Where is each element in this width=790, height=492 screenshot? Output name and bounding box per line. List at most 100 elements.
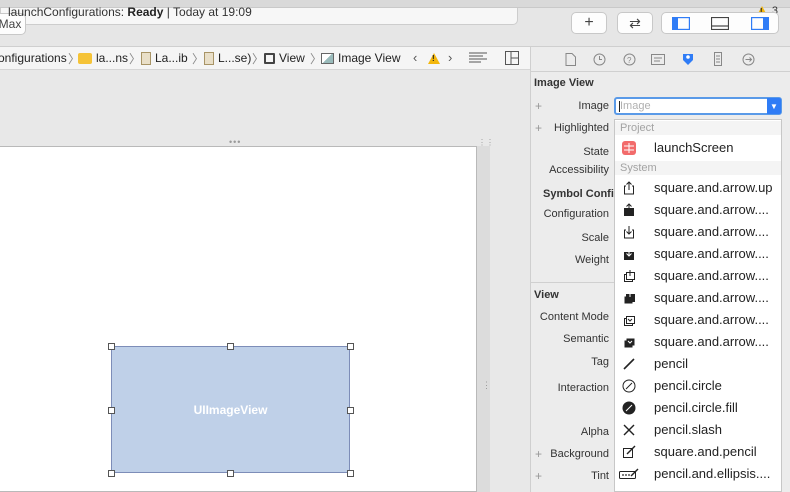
background-label: Background (550, 448, 609, 460)
library-add-button[interactable]: + (571, 12, 607, 34)
section-divider (530, 282, 614, 283)
resize-handle-top-left[interactable] (108, 343, 115, 350)
size-inspector-icon[interactable] (711, 52, 725, 66)
identity-inspector-icon[interactable] (651, 52, 665, 66)
list-item[interactable]: square.and.arrow.... (615, 265, 781, 287)
pencil-circle-fill-icon (622, 401, 636, 415)
breadcrumb-label: L...se) (218, 51, 252, 65)
list-item[interactable]: launchScreen (615, 137, 781, 159)
toolbar: Max launchConfigurations: Ready | Today … (0, 0, 790, 47)
list-item-label: pencil.circle (654, 378, 722, 393)
resize-handle-left[interactable] (108, 407, 115, 414)
square-and-arrow-up-icon (622, 181, 636, 195)
list-item[interactable]: square.and.pencil (615, 441, 781, 463)
pencil-circle-icon (622, 379, 636, 393)
bottom-panel-toggle-icon[interactable] (711, 17, 729, 30)
breadcrumb-view[interactable]: View (264, 51, 305, 65)
accessibility-label: Accessibility (549, 164, 609, 176)
list-item-label: square.and.arrow.... (654, 202, 769, 217)
resize-handle-bottom-left[interactable] (108, 470, 115, 477)
resize-handle-bottom-right[interactable] (347, 470, 354, 477)
list-item-label: pencil (654, 356, 688, 371)
right-panel-toggle-icon[interactable] (751, 17, 769, 30)
breadcrumb-configurations[interactable]: onfigurations (0, 51, 67, 65)
view-section-header: View (534, 289, 559, 301)
image-view-placeholder-label: UIImageView (193, 402, 268, 417)
list-item[interactable]: pencil.circle (615, 375, 781, 397)
square-and-arrow-down-on-square-fill-icon (622, 335, 636, 349)
list-item-label: launchScreen (654, 140, 734, 155)
document-items-icon[interactable] (469, 52, 487, 64)
list-item-label: square.and.arrow.... (654, 268, 769, 283)
list-item[interactable]: square.and.arrow.... (615, 243, 781, 265)
list-item[interactable]: square.and.arrow.... (615, 199, 781, 221)
connections-inspector-icon[interactable] (741, 52, 755, 66)
folder-icon (78, 52, 92, 64)
list-item[interactable]: pencil.slash (615, 419, 781, 441)
list-item[interactable]: square.and.arrow.up (615, 177, 781, 199)
system-section-header: System (615, 161, 781, 175)
resize-handle-top[interactable] (227, 343, 234, 350)
add-image-variation-icon[interactable]: + (535, 99, 542, 113)
attributes-inspector-icon[interactable] (681, 52, 695, 66)
breadcrumb-xib-file[interactable]: La...ib (141, 51, 188, 65)
image-view-icon (321, 52, 334, 64)
list-item-label: square.and.arrow.... (654, 290, 769, 305)
list-item[interactable]: square.and.arrow.... (615, 221, 781, 243)
tint-label: Tint (591, 470, 609, 482)
breadcrumb-folder[interactable]: la...ns (78, 51, 128, 65)
add-tint-variation-icon[interactable]: + (535, 469, 542, 483)
breadcrumb-image-view[interactable]: Image View (321, 51, 400, 65)
tag-label: Tag (591, 356, 609, 368)
scale-label: Scale (581, 232, 609, 244)
list-item[interactable]: square.and.arrow.... (615, 309, 781, 331)
breadcrumb-separator-icon: 〉 (252, 52, 265, 66)
add-background-variation-icon[interactable]: + (535, 447, 542, 461)
resize-handle-bottom[interactable] (227, 470, 234, 477)
square-and-arrow-up-on-square-fill-icon (622, 291, 636, 305)
next-issue-icon[interactable]: › (448, 50, 452, 65)
semantic-label: Semantic (563, 333, 609, 345)
project-section-header: Project (615, 121, 781, 135)
breadcrumb-label: Image View (338, 51, 401, 65)
resize-handle-top-right[interactable] (347, 343, 354, 350)
list-item-label: square.and.arrow.... (654, 312, 769, 327)
scene-side-handle-icon[interactable]: ⋮ (482, 380, 491, 391)
previous-issue-icon[interactable]: ‹ (413, 50, 417, 65)
list-item-label: square.and.arrow.up (654, 180, 773, 195)
highlighted-label: Highlighted (553, 122, 609, 134)
list-item-label: pencil.and.ellipsis.... (654, 466, 771, 481)
left-panel-toggle-icon[interactable] (672, 17, 690, 30)
configuration-label: Configuration (543, 208, 609, 220)
pencil-slash-icon (622, 423, 636, 437)
chevron-down-icon[interactable]: ▼ (767, 98, 781, 114)
list-item-label: square.and.arrow.... (654, 246, 769, 261)
breadcrumb-scene[interactable]: L...se) (204, 51, 251, 65)
alpha-label: Alpha (580, 426, 609, 438)
list-item[interactable]: square.and.arrow.... (615, 331, 781, 353)
history-inspector-icon[interactable] (592, 52, 606, 66)
code-review-button[interactable]: ⇄ (617, 12, 653, 34)
image-view-element[interactable]: UIImageView (111, 346, 350, 473)
image-suggestions-dropdown[interactable]: Project launchScreen System square.and.a… (614, 119, 782, 492)
list-item[interactable]: pencil (615, 353, 781, 375)
list-item-label: pencil.circle.fill (654, 400, 738, 415)
breadcrumb-label: View (279, 51, 305, 65)
add-editor-icon[interactable] (505, 51, 519, 65)
image-name-combobox[interactable]: Image ▼ (614, 97, 782, 115)
issue-warning-icon[interactable] (428, 53, 440, 67)
scene-file-icon (204, 51, 214, 65)
resize-handle-right[interactable] (347, 407, 354, 414)
pencil-icon (622, 357, 636, 371)
list-item[interactable]: square.and.arrow.... (615, 287, 781, 309)
launchscreen-image-icon (622, 141, 636, 155)
state-label: State (583, 146, 609, 158)
add-highlighted-variation-icon[interactable]: + (535, 121, 542, 135)
scene-right-bezel (477, 146, 490, 492)
list-item[interactable]: pencil.and.ellipsis.... (615, 463, 781, 485)
list-item-label: pencil.slash (654, 422, 722, 437)
list-item[interactable]: pencil.circle.fill (615, 397, 781, 419)
file-inspector-icon[interactable] (563, 52, 577, 66)
quick-help-icon[interactable]: ? (622, 52, 636, 66)
xib-file-icon (141, 51, 151, 65)
